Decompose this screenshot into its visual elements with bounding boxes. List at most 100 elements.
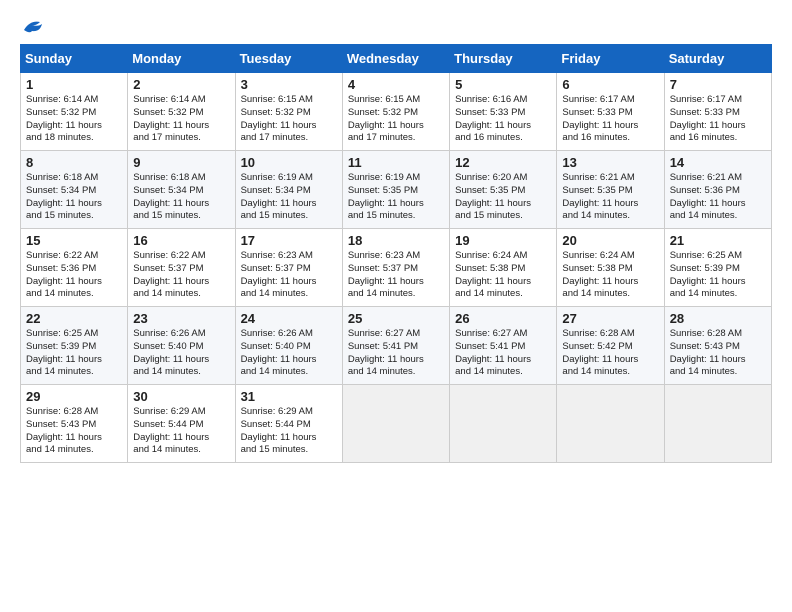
day-number: 8 [26,155,122,170]
calendar-cell: 30 Sunrise: 6:29 AM Sunset: 5:44 PM Dayli… [128,385,235,463]
day-number: 28 [670,311,766,326]
header-monday: Monday [128,45,235,73]
calendar-cell: 23 Sunrise: 6:26 AM Sunset: 5:40 PM Dayli… [128,307,235,385]
calendar-cell: 20Sunrise: 6:24 AM Sunset: 5:38 PM Dayli… [557,229,664,307]
calendar-cell: 29 Sunrise: 6:28 AM Sunset: 5:43 PM Dayli… [21,385,128,463]
day-info: Sunrise: 6:21 AM Sunset: 5:36 PM Dayligh… [670,172,766,223]
day-info: Sunrise: 6:28 AM Sunset: 5:43 PM Dayligh… [26,406,122,457]
calendar-cell: 10Sunrise: 6:19 AM Sunset: 5:34 PM Dayli… [235,151,342,229]
calendar-cell: 3Sunrise: 6:15 AM Sunset: 5:32 PM Daylig… [235,73,342,151]
calendar-cell: 24 Sunrise: 6:26 AM Sunset: 5:40 PM Dayli… [235,307,342,385]
day-number: 1 [26,77,122,92]
day-number: 23 [133,311,229,326]
calendar-cell: 9Sunrise: 6:18 AM Sunset: 5:34 PM Daylig… [128,151,235,229]
day-info: Sunrise: 6:14 AM Sunset: 5:32 PM Dayligh… [133,94,229,145]
day-info: Sunrise: 6:21 AM Sunset: 5:35 PM Dayligh… [562,172,658,223]
day-info: Sunrise: 6:20 AM Sunset: 5:35 PM Dayligh… [455,172,551,223]
calendar-cell: 26Sunrise: 6:27 AM Sunset: 5:41 PM Dayli… [450,307,557,385]
calendar-table: SundayMondayTuesdayWednesdayThursdayFrid… [20,44,772,463]
day-info: Sunrise: 6:24 AM Sunset: 5:38 PM Dayligh… [455,250,551,301]
calendar-cell: 21 Sunrise: 6:25 AM Sunset: 5:39 PM Dayli… [664,229,771,307]
day-info: Sunrise: 6:15 AM Sunset: 5:32 PM Dayligh… [241,94,337,145]
logo [20,18,44,32]
day-number: 13 [562,155,658,170]
day-info: Sunrise: 6:18 AM Sunset: 5:34 PM Dayligh… [133,172,229,223]
day-number: 16 [133,233,229,248]
calendar-week-3: 22Sunrise: 6:25 AM Sunset: 5:39 PM Dayli… [21,307,772,385]
logo-bird-icon [22,18,44,36]
calendar-cell: 31 Sunrise: 6:29 AM Sunset: 5:44 PM Dayli… [235,385,342,463]
day-info: Sunrise: 6:16 AM Sunset: 5:33 PM Dayligh… [455,94,551,145]
header-thursday: Thursday [450,45,557,73]
calendar-cell: 1 Sunrise: 6:14 AM Sunset: 5:32 PM Daylig… [21,73,128,151]
calendar-cell: 7 Sunrise: 6:17 AM Sunset: 5:33 PM Daylig… [664,73,771,151]
day-info: Sunrise: 6:28 AM Sunset: 5:42 PM Dayligh… [562,328,658,379]
day-number: 12 [455,155,551,170]
day-number: 29 [26,389,122,404]
calendar-cell: 15 Sunrise: 6:22 AM Sunset: 5:36 PM Dayli… [21,229,128,307]
calendar-cell [342,385,449,463]
calendar-cell: 27 Sunrise: 6:28 AM Sunset: 5:42 PM Dayli… [557,307,664,385]
day-number: 14 [670,155,766,170]
day-info: Sunrise: 6:15 AM Sunset: 5:32 PM Dayligh… [348,94,444,145]
day-number: 24 [241,311,337,326]
day-info: Sunrise: 6:25 AM Sunset: 5:39 PM Dayligh… [670,250,766,301]
calendar-cell: 2 Sunrise: 6:14 AM Sunset: 5:32 PM Daylig… [128,73,235,151]
header-sunday: Sunday [21,45,128,73]
day-number: 2 [133,77,229,92]
day-info: Sunrise: 6:14 AM Sunset: 5:32 PM Dayligh… [26,94,122,145]
day-number: 25 [348,311,444,326]
calendar-cell: 22Sunrise: 6:25 AM Sunset: 5:39 PM Dayli… [21,307,128,385]
day-info: Sunrise: 6:24 AM Sunset: 5:38 PM Dayligh… [562,250,658,301]
calendar-cell: 25 Sunrise: 6:27 AM Sunset: 5:41 PM Dayli… [342,307,449,385]
calendar-cell: 12 Sunrise: 6:20 AM Sunset: 5:35 PM Dayli… [450,151,557,229]
day-number: 27 [562,311,658,326]
day-info: Sunrise: 6:23 AM Sunset: 5:37 PM Dayligh… [348,250,444,301]
day-number: 22 [26,311,122,326]
day-info: Sunrise: 6:18 AM Sunset: 5:34 PM Dayligh… [26,172,122,223]
calendar-cell: 13 Sunrise: 6:21 AM Sunset: 5:35 PM Dayli… [557,151,664,229]
page-container: SundayMondayTuesdayWednesdayThursdayFrid… [0,0,792,473]
day-number: 26 [455,311,551,326]
day-info: Sunrise: 6:27 AM Sunset: 5:41 PM Dayligh… [348,328,444,379]
calendar-week-4: 29 Sunrise: 6:28 AM Sunset: 5:43 PM Dayli… [21,385,772,463]
day-info: Sunrise: 6:28 AM Sunset: 5:43 PM Dayligh… [670,328,766,379]
day-number: 4 [348,77,444,92]
header-friday: Friday [557,45,664,73]
calendar-cell: 5 Sunrise: 6:16 AM Sunset: 5:33 PM Daylig… [450,73,557,151]
header-tuesday: Tuesday [235,45,342,73]
header [20,18,772,32]
calendar-week-1: 8 Sunrise: 6:18 AM Sunset: 5:34 PM Daylig… [21,151,772,229]
day-info: Sunrise: 6:29 AM Sunset: 5:44 PM Dayligh… [133,406,229,457]
calendar-header-row: SundayMondayTuesdayWednesdayThursdayFrid… [21,45,772,73]
day-info: Sunrise: 6:29 AM Sunset: 5:44 PM Dayligh… [241,406,337,457]
calendar-cell [450,385,557,463]
calendar-cell: 28 Sunrise: 6:28 AM Sunset: 5:43 PM Dayli… [664,307,771,385]
day-number: 11 [348,155,444,170]
calendar-cell [557,385,664,463]
calendar-cell: 19Sunrise: 6:24 AM Sunset: 5:38 PM Dayli… [450,229,557,307]
day-info: Sunrise: 6:26 AM Sunset: 5:40 PM Dayligh… [133,328,229,379]
day-number: 31 [241,389,337,404]
day-number: 7 [670,77,766,92]
day-number: 30 [133,389,229,404]
day-number: 18 [348,233,444,248]
calendar-week-2: 15 Sunrise: 6:22 AM Sunset: 5:36 PM Dayli… [21,229,772,307]
calendar-cell: 18 Sunrise: 6:23 AM Sunset: 5:37 PM Dayli… [342,229,449,307]
calendar-cell: 6 Sunrise: 6:17 AM Sunset: 5:33 PM Daylig… [557,73,664,151]
header-wednesday: Wednesday [342,45,449,73]
calendar-cell: 4 Sunrise: 6:15 AM Sunset: 5:32 PM Daylig… [342,73,449,151]
calendar-week-0: 1 Sunrise: 6:14 AM Sunset: 5:32 PM Daylig… [21,73,772,151]
calendar-cell: 14 Sunrise: 6:21 AM Sunset: 5:36 PM Dayli… [664,151,771,229]
day-number: 21 [670,233,766,248]
day-info: Sunrise: 6:17 AM Sunset: 5:33 PM Dayligh… [670,94,766,145]
day-info: Sunrise: 6:22 AM Sunset: 5:36 PM Dayligh… [26,250,122,301]
day-number: 5 [455,77,551,92]
day-number: 17 [241,233,337,248]
day-number: 15 [26,233,122,248]
day-info: Sunrise: 6:17 AM Sunset: 5:33 PM Dayligh… [562,94,658,145]
day-info: Sunrise: 6:26 AM Sunset: 5:40 PM Dayligh… [241,328,337,379]
day-number: 6 [562,77,658,92]
day-info: Sunrise: 6:19 AM Sunset: 5:35 PM Dayligh… [348,172,444,223]
calendar-cell: 17Sunrise: 6:23 AM Sunset: 5:37 PM Dayli… [235,229,342,307]
